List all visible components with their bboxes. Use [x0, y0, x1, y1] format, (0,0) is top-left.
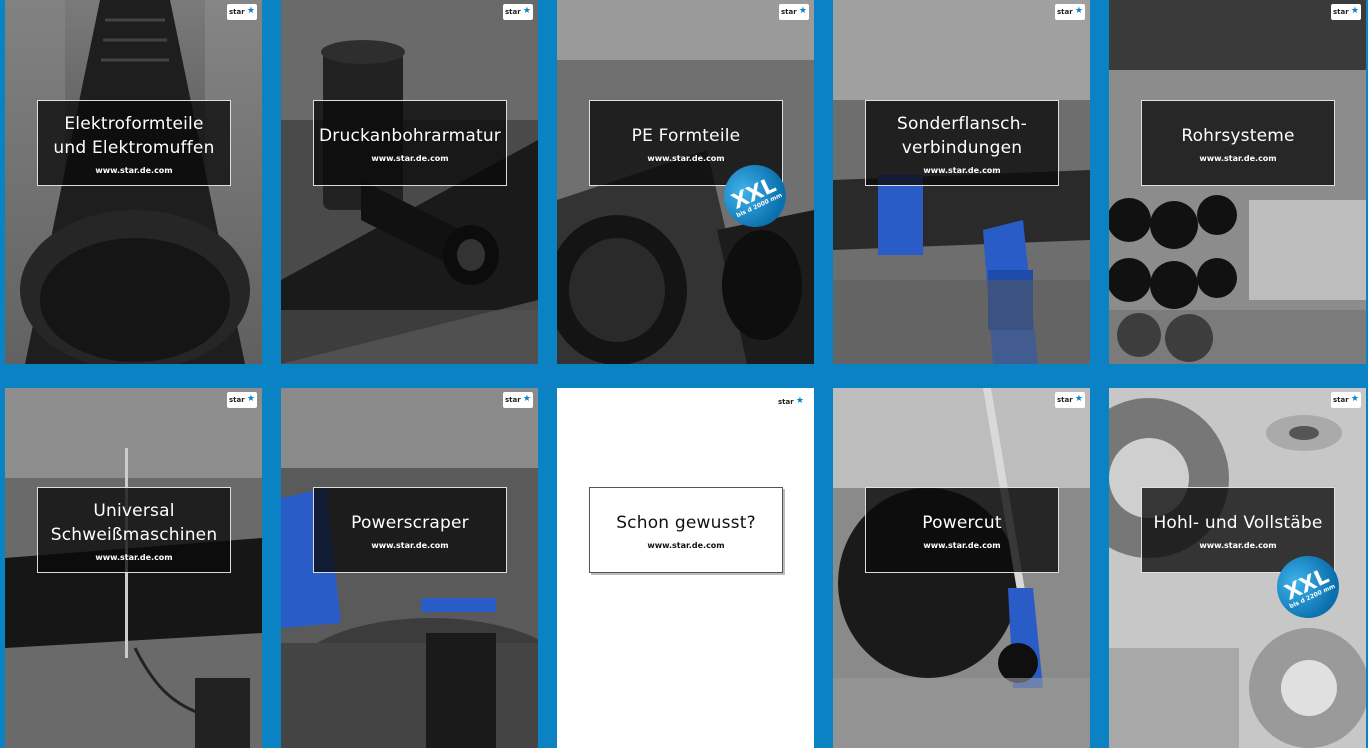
card-title: Druckanbohrarmatur [318, 125, 501, 146]
star-icon: ★ [795, 396, 804, 406]
card-sonderflanschverbindungen[interactable]: star ★ Sonderflansch- verbindungen www.st… [833, 0, 1090, 364]
card-url: www.star.de.com [647, 540, 725, 550]
star-logo: star ★ [227, 4, 257, 20]
card-rohrsysteme[interactable]: star ★ Rohrsysteme www.star.de.com [1109, 0, 1366, 364]
card-title-line: Schweißmaschinen [50, 524, 218, 545]
card-url: www.star.de.com [95, 552, 173, 562]
card-label: Powercut www.star.de.com [865, 487, 1059, 573]
card-title: Rohrsysteme [1181, 125, 1295, 146]
card-title: Powerscraper [351, 512, 469, 533]
star-icon: ★ [1074, 394, 1083, 404]
card-label: Schon gewusst? www.star.de.com [589, 487, 783, 573]
star-icon: ★ [1350, 394, 1359, 404]
star-icon: ★ [246, 6, 255, 16]
card-title: PE Formteile [631, 125, 741, 146]
card-url: www.star.de.com [1199, 153, 1277, 163]
card-schon-gewusst[interactable]: star ★ Schon gewusst? www.star.de.com [557, 388, 814, 748]
star-logo: star ★ [779, 4, 809, 20]
card-powercut[interactable]: star ★ Powercut www.star.de.com [833, 388, 1090, 748]
card-title-line: Sonderflansch- [896, 113, 1028, 134]
star-logo: star ★ [503, 392, 533, 408]
card-url: www.star.de.com [923, 540, 1001, 550]
card-powerscraper[interactable]: star ★ Powerscraper www.star.de.com [281, 388, 538, 748]
card-pe-formteile[interactable]: star ★ PE Formteile www.star.de.com XXL b… [557, 0, 814, 364]
card-url: www.star.de.com [95, 165, 173, 175]
card-title: Sonderflansch- verbindungen [897, 112, 1027, 160]
card-title: Powercut [922, 512, 1002, 533]
card-url: www.star.de.com [1199, 540, 1277, 550]
card-label: Sonderflansch- verbindungen www.star.de.… [865, 100, 1059, 186]
star-icon: ★ [798, 6, 807, 16]
card-title: Schon gewusst? [616, 512, 756, 533]
card-url: www.star.de.com [371, 153, 449, 163]
card-label: Elektroformteile und Elektromuffen www.s… [37, 100, 231, 186]
card-label: Universal Schweißmaschinen www.star.de.c… [37, 487, 231, 573]
card-label: Powerscraper www.star.de.com [313, 487, 507, 573]
star-icon: ★ [522, 394, 531, 404]
card-hohl-und-vollstaebe[interactable]: star ★ Hohl- und Vollstäbe www.star.de.co… [1109, 388, 1366, 748]
card-label: Rohrsysteme www.star.de.com [1141, 100, 1335, 186]
card-elektroformteile[interactable]: star ★ Elektroformteile und Elektromuffen… [5, 0, 262, 364]
card-title-line: und Elektromuffen [53, 137, 215, 158]
card-label: Druckanbohrarmatur www.star.de.com [313, 100, 507, 186]
star-icon: ★ [1350, 6, 1359, 16]
star-logo: star ★ [776, 394, 806, 410]
star-logo: star ★ [1331, 392, 1361, 408]
star-logo: star ★ [503, 4, 533, 20]
card-url: www.star.de.com [647, 153, 725, 163]
star-logo: star ★ [1055, 4, 1085, 20]
card-title: Elektroformteile und Elektromuffen [53, 112, 214, 160]
card-universal-schweissmaschinen[interactable]: star ★ Universal Schweißmaschinen www.sta… [5, 388, 262, 748]
card-druckanbohrarmatur[interactable]: star ★ Druckanbohrarmatur www.star.de.com [281, 0, 538, 364]
star-icon: ★ [522, 6, 531, 16]
card-title-line: Elektroformteile [64, 113, 204, 134]
star-logo: star ★ [1055, 392, 1085, 408]
star-icon: ★ [246, 394, 255, 404]
card-title-line: verbindungen [901, 137, 1023, 158]
star-icon: ★ [1074, 6, 1083, 16]
card-title: Hohl- und Vollstäbe [1153, 512, 1323, 533]
star-logo: star ★ [227, 392, 257, 408]
card-title: Universal Schweißmaschinen [51, 499, 218, 547]
star-logo: star ★ [1331, 4, 1361, 20]
card-url: www.star.de.com [923, 165, 1001, 175]
card-url: www.star.de.com [371, 540, 449, 550]
card-title-line: Universal [93, 500, 175, 521]
